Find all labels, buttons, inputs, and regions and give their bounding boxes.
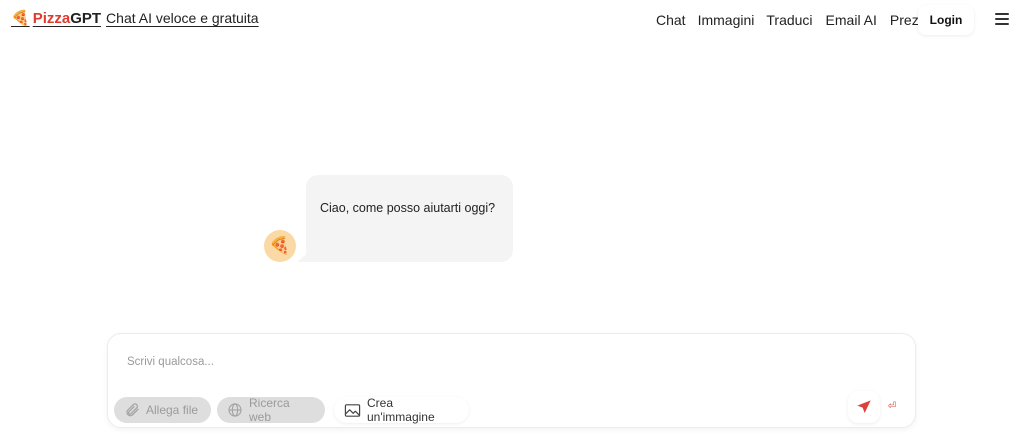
enter-key-icon: ⏎ xyxy=(887,400,897,412)
brand-link[interactable]: 🍕 Pizza GPT Chat AI veloce e gratuita xyxy=(11,9,259,28)
attach-file-button[interactable]: Allega file xyxy=(114,397,211,423)
assistant-message-bubble: Ciao, come posso aiutarti oggi? xyxy=(306,175,513,262)
nav-traduci[interactable]: Traduci xyxy=(766,12,812,28)
create-image-label: Crea un'immagine xyxy=(367,396,435,424)
nav-immagini[interactable]: Immagini xyxy=(698,12,755,28)
assistant-message-text: Ciao, come posso aiutarti oggi? xyxy=(320,201,496,215)
nav-email-ai[interactable]: Email AI xyxy=(826,12,877,28)
attach-file-label: Allega file xyxy=(146,403,199,417)
assistant-avatar: 🍕 xyxy=(264,230,296,262)
web-search-label: Ricerca web xyxy=(249,396,290,424)
brand-name-pizza: Pizza xyxy=(32,9,71,27)
paperclip-icon xyxy=(126,403,139,417)
send-arrow-icon xyxy=(857,400,871,413)
image-icon xyxy=(344,403,361,417)
create-image-button[interactable]: Crea un'immagine xyxy=(334,396,469,424)
message-composer: Allega file Ricerca web Crea un'immagine… xyxy=(107,333,916,428)
hamburger-menu-icon[interactable] xyxy=(995,13,1009,25)
login-button[interactable]: Login xyxy=(918,5,974,35)
pizza-avatar-icon: 🍕 xyxy=(269,236,291,255)
nav-chat[interactable]: Chat xyxy=(656,12,686,28)
message-input[interactable] xyxy=(125,354,829,380)
send-button[interactable] xyxy=(848,391,880,423)
brand-name-gpt: GPT xyxy=(70,9,102,27)
web-search-button[interactable]: Ricerca web xyxy=(217,396,325,424)
globe-icon xyxy=(228,403,242,417)
pizza-logo-icon: 🍕 xyxy=(11,10,30,27)
top-nav: Chat Immagini Traduci Email AI Prezzi xyxy=(656,12,929,28)
brand-tagline: Chat AI veloce e gratuita xyxy=(106,10,259,26)
